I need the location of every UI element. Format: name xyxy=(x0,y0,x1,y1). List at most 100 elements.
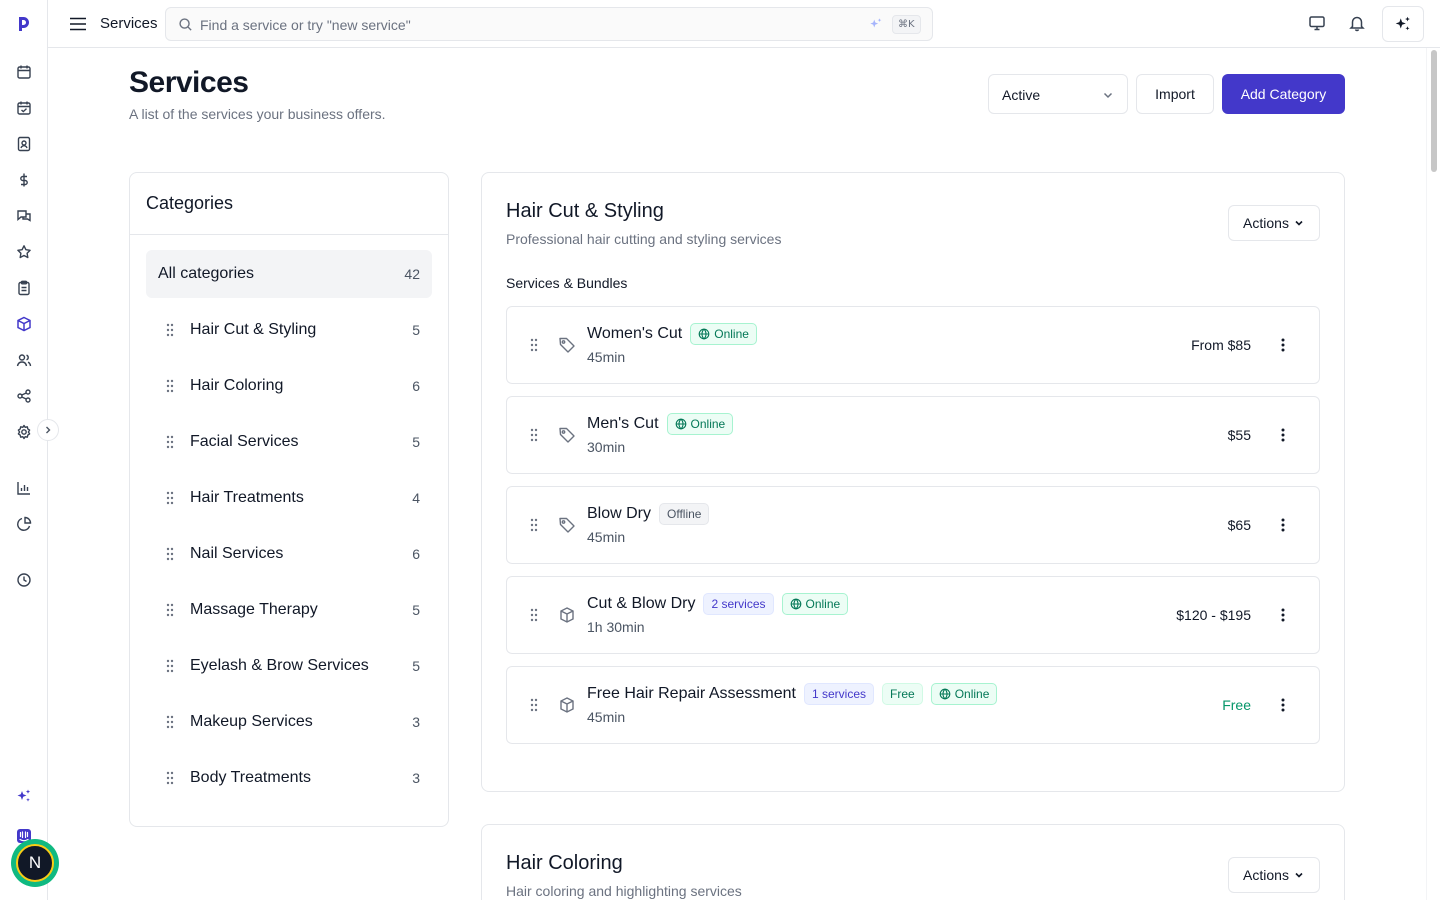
category-item[interactable]: Body Treatments 3 xyxy=(146,754,432,802)
service-row[interactable]: Cut & Blow Dry 2 services Online 1h 30mi… xyxy=(506,576,1320,654)
category-label: Massage Therapy xyxy=(190,601,318,618)
service-duration: 45min xyxy=(587,349,626,365)
ai-assistant-button[interactable] xyxy=(1382,6,1424,42)
hamburger-menu-icon[interactable] xyxy=(68,14,88,34)
contacts-icon[interactable] xyxy=(14,134,34,154)
drag-handle-icon[interactable] xyxy=(166,379,174,393)
settings-gear-icon[interactable] xyxy=(14,422,34,442)
more-options-icon[interactable] xyxy=(1273,605,1293,625)
search-bar[interactable]: ⌘K xyxy=(165,7,933,41)
drag-handle-icon[interactable] xyxy=(166,715,174,729)
service-price: $65 xyxy=(1227,517,1251,533)
page-scrollbar[interactable] xyxy=(1426,48,1440,900)
pie-chart-icon[interactable] xyxy=(14,514,34,534)
category-card-description: Hair coloring and highlighting services xyxy=(506,883,742,899)
drag-handle-icon[interactable] xyxy=(166,547,174,561)
scrollbar-thumb[interactable] xyxy=(1431,50,1437,172)
category-item[interactable]: Eyelash & Brow Services 5 xyxy=(146,642,432,690)
service-row[interactable]: Blow Dry Offline 45min $65 xyxy=(506,486,1320,564)
category-card-title: Hair Cut & Styling xyxy=(506,200,664,222)
service-row[interactable]: Men's Cut Online 30min $55 xyxy=(506,396,1320,474)
category-item[interactable]: Hair Treatments 4 xyxy=(146,474,432,522)
shortcut-hint: ⌘K xyxy=(892,15,921,34)
drag-handle-icon[interactable] xyxy=(166,603,174,617)
ai-sparkle-icon xyxy=(1395,16,1410,31)
service-row[interactable]: Free Hair Repair Assessment 1 services F… xyxy=(506,666,1320,744)
category-label: Body Treatments xyxy=(190,769,311,786)
service-name: Women's Cut xyxy=(587,325,683,342)
globe-icon xyxy=(675,418,686,430)
service-row[interactable]: Women's Cut Online 45min From $85 xyxy=(506,306,1320,384)
page-subtitle: A list of the services your business off… xyxy=(129,106,386,122)
profile-avatar-button[interactable]: N xyxy=(11,839,59,887)
drag-handle-icon[interactable] xyxy=(166,491,174,505)
drag-handle-icon[interactable] xyxy=(530,518,538,532)
status-filter-select[interactable]: Active xyxy=(988,74,1128,114)
calendar-icon[interactable] xyxy=(14,62,34,82)
category-item[interactable]: Makeup Services 3 xyxy=(146,698,432,746)
category-count: 42 xyxy=(404,266,420,282)
search-input[interactable] xyxy=(200,15,800,35)
bundle-count-badge: 2 services xyxy=(703,593,774,615)
status-badge: Online xyxy=(781,593,849,615)
drag-handle-icon[interactable] xyxy=(166,771,174,785)
import-button[interactable]: Import xyxy=(1136,74,1214,114)
tag-icon xyxy=(558,516,576,534)
topbar-title: Services xyxy=(100,15,158,32)
calendar-check-icon[interactable] xyxy=(14,98,34,118)
tag-icon xyxy=(558,336,576,354)
search-icon xyxy=(178,17,193,32)
category-item[interactable]: Massage Therapy 5 xyxy=(146,586,432,634)
category-label: All categories xyxy=(158,265,255,282)
service-name: Free Hair Repair Assessment xyxy=(587,685,796,702)
chevron-down-icon xyxy=(1295,872,1303,878)
services-package-icon[interactable] xyxy=(14,314,34,334)
category-item[interactable]: Hair Coloring 6 xyxy=(146,362,432,410)
category-label: Nail Services xyxy=(190,545,284,562)
drag-handle-icon[interactable] xyxy=(166,323,174,337)
bar-chart-icon[interactable] xyxy=(14,478,34,498)
category-item[interactable]: Nail Services 6 xyxy=(146,530,432,578)
free-badge: Free xyxy=(882,683,923,705)
more-options-icon[interactable] xyxy=(1273,335,1293,355)
notifications-bell-icon[interactable] xyxy=(1348,14,1368,34)
avatar: N xyxy=(16,844,54,882)
team-icon[interactable] xyxy=(14,350,34,370)
chevron-down-icon xyxy=(1295,220,1303,226)
logo-icon[interactable] xyxy=(14,14,34,34)
more-options-icon[interactable] xyxy=(1273,695,1293,715)
drag-handle-icon[interactable] xyxy=(530,608,538,622)
category-item[interactable]: Hair Cut & Styling 5 xyxy=(146,306,432,354)
drag-handle-icon[interactable] xyxy=(166,435,174,449)
globe-icon xyxy=(698,328,710,340)
categories-title: Categories xyxy=(130,173,448,235)
star-icon[interactable] xyxy=(14,242,34,262)
ai-sparkle-icon[interactable] xyxy=(14,786,34,806)
actions-button[interactable]: Actions xyxy=(1228,857,1320,893)
more-options-icon[interactable] xyxy=(1273,425,1293,445)
package-icon xyxy=(558,696,576,714)
more-options-icon[interactable] xyxy=(1273,515,1293,535)
add-category-button[interactable]: Add Category xyxy=(1222,74,1345,114)
expand-rail-button[interactable] xyxy=(37,419,59,441)
category-count: 4 xyxy=(412,490,420,506)
status-badge: Online xyxy=(930,683,998,705)
clipboard-icon[interactable] xyxy=(14,278,34,298)
dollar-icon[interactable] xyxy=(14,170,34,190)
drag-handle-icon[interactable] xyxy=(530,338,538,352)
share-icon[interactable] xyxy=(14,386,34,406)
service-price: $55 xyxy=(1227,427,1251,443)
status-badge: Offline xyxy=(659,503,710,525)
category-label: Hair Cut & Styling xyxy=(190,321,317,338)
monitor-icon[interactable] xyxy=(1308,14,1328,34)
drag-handle-icon[interactable] xyxy=(530,428,538,442)
clock-history-icon[interactable] xyxy=(14,570,34,590)
actions-button[interactable]: Actions xyxy=(1228,205,1320,241)
drag-handle-icon[interactable] xyxy=(166,659,174,673)
category-item[interactable]: Facial Services 5 xyxy=(146,418,432,466)
messages-icon[interactable] xyxy=(14,206,34,226)
category-item-all[interactable]: All categories 42 xyxy=(146,250,432,298)
services-section-label: Services & Bundles xyxy=(506,275,628,291)
drag-handle-icon[interactable] xyxy=(530,698,538,712)
category-label: Hair Treatments xyxy=(190,489,304,506)
